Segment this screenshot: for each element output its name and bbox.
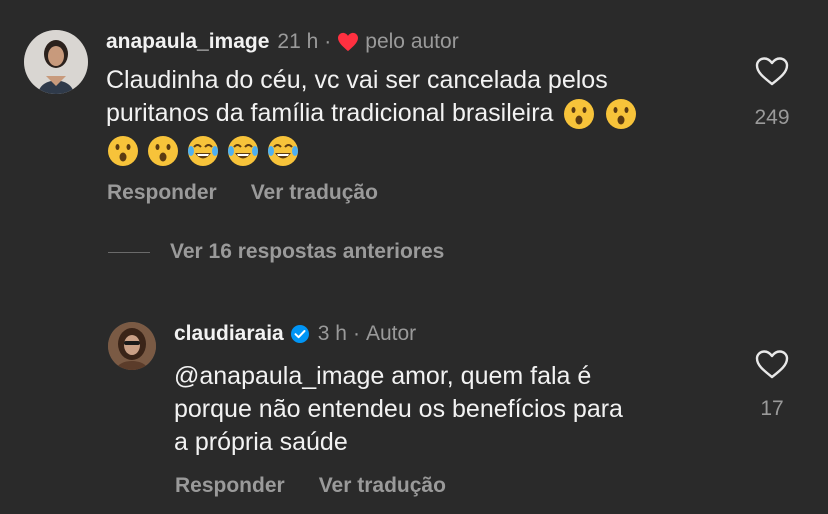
avatar[interactable] bbox=[108, 322, 156, 370]
reply-text-line: @anapaula_image amor, quem fala é bbox=[174, 362, 592, 390]
like-control: 249 bbox=[742, 56, 802, 130]
separator: · bbox=[352, 322, 360, 345]
joy-face-emoji bbox=[268, 135, 298, 166]
reply-button[interactable]: Responder bbox=[175, 474, 285, 498]
divider-line bbox=[108, 251, 150, 253]
avatar-photo-icon bbox=[108, 322, 156, 370]
heart-outline-icon[interactable] bbox=[755, 349, 789, 379]
see-translation-button[interactable]: Ver tradução bbox=[251, 181, 378, 205]
reply-text-line: porque não entendeu os benefícios para bbox=[174, 395, 623, 423]
like-count: 17 bbox=[760, 397, 784, 420]
joy-face-emoji bbox=[228, 135, 258, 166]
avatar[interactable] bbox=[24, 30, 88, 94]
timestamp: 21 h bbox=[277, 30, 319, 53]
see-translation-button[interactable]: Ver tradução bbox=[319, 474, 446, 498]
verified-badge-icon bbox=[290, 325, 309, 343]
joy-face-emoji bbox=[188, 135, 218, 166]
heart-outline-icon[interactable] bbox=[755, 56, 789, 86]
view-previous-replies-button[interactable]: Ver 16 respostas anteriores bbox=[108, 240, 444, 264]
author-label: Autor bbox=[365, 322, 417, 345]
like-count: 249 bbox=[754, 106, 790, 129]
reply-actions: Responder Ver tradução bbox=[175, 474, 446, 498]
comment-text: Claudinha do céu, vc vai ser cancelada p… bbox=[106, 64, 746, 168]
reply-button[interactable]: Responder bbox=[107, 181, 217, 205]
separator: · bbox=[324, 30, 332, 53]
username[interactable]: claudiaraia bbox=[174, 322, 284, 346]
emoji-line bbox=[106, 133, 746, 167]
astonished-face-emoji bbox=[564, 99, 595, 130]
like-control: 17 bbox=[742, 349, 802, 421]
astonished-face-emoji bbox=[606, 99, 637, 130]
view-previous-replies-label: Ver 16 respostas anteriores bbox=[170, 240, 445, 263]
reply-text: @anapaula_image amor, quem fala é porque… bbox=[174, 360, 734, 459]
comment-header: anapaula_image 21 h · pelo autor bbox=[106, 30, 459, 54]
liked-by-author-label: pelo autor bbox=[365, 30, 459, 53]
comment-text-line: Claudinha do céu, vc vai ser cancelada p… bbox=[106, 66, 608, 94]
username[interactable]: anapaula_image bbox=[106, 30, 269, 54]
avatar-photo-icon bbox=[24, 30, 88, 94]
comment-text-line: puritanos da família tradicional brasile… bbox=[106, 99, 554, 127]
timestamp: 3 h bbox=[317, 322, 347, 345]
reply-header: claudiaraia 3 h · Autor bbox=[174, 322, 416, 346]
astonished-face-emoji bbox=[148, 135, 178, 166]
comment-actions: Responder Ver tradução bbox=[107, 181, 378, 205]
astonished-face-emoji bbox=[108, 135, 138, 166]
heart-filled-icon bbox=[338, 32, 359, 52]
comment-text-line-with-emojis: puritanos da família tradicional brasile… bbox=[106, 97, 746, 131]
reply-text-line: a própria saúde bbox=[174, 428, 348, 456]
